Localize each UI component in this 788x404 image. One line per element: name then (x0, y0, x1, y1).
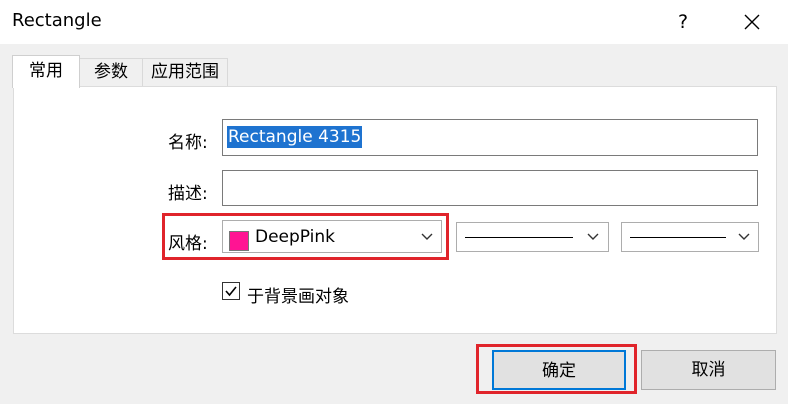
ok-button[interactable]: 确定 (492, 350, 626, 390)
style-label: 风格: (168, 234, 208, 254)
tab-general[interactable]: 常用 (12, 55, 80, 88)
background-checkbox[interactable] (222, 282, 240, 300)
background-checkbox-label[interactable]: 于背景画对象 (247, 282, 349, 307)
tab-parameters[interactable]: 参数 (78, 58, 144, 86)
chevron-down-icon (421, 233, 433, 240)
line-width-preview (630, 237, 726, 238)
color-dropdown-value: DeepPink (255, 227, 336, 247)
cancel-button[interactable]: 取消 (641, 350, 776, 390)
description-input[interactable] (222, 170, 758, 206)
color-dropdown[interactable]: DeepPink (222, 220, 442, 253)
chevron-down-icon (738, 233, 750, 240)
close-icon (744, 14, 760, 30)
color-swatch (229, 231, 249, 251)
chevron-down-icon (587, 233, 599, 240)
name-label: 名称: (168, 133, 208, 153)
window-title: Rectangle (12, 10, 102, 31)
close-button[interactable] (734, 6, 770, 38)
help-button[interactable]: ? (668, 6, 698, 38)
title-bar: Rectangle ? (0, 0, 788, 44)
checkmark-icon (225, 286, 237, 297)
description-label: 描述: (168, 184, 208, 204)
line-width-dropdown[interactable] (621, 222, 759, 252)
tab-scope[interactable]: 应用范围 (142, 58, 228, 86)
name-input-value: Rectangle 4315 (227, 126, 363, 148)
line-style-preview (465, 237, 573, 238)
name-input[interactable]: Rectangle 4315 (222, 119, 758, 156)
line-style-dropdown[interactable] (456, 222, 609, 252)
